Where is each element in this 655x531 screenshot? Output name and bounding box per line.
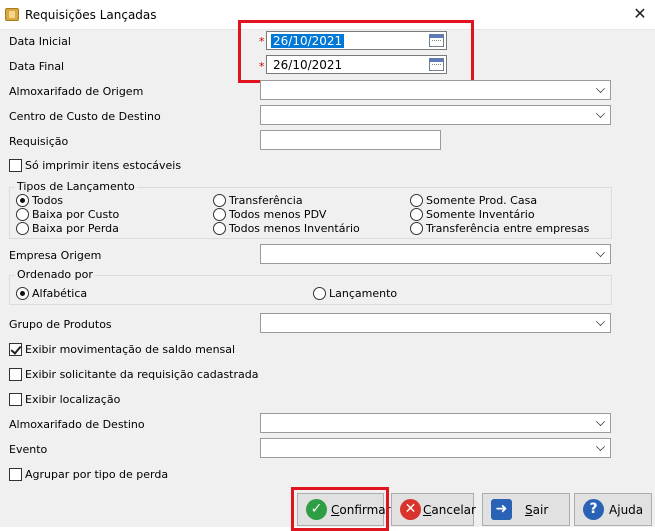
data-inicial-label: Data Inicial — [9, 35, 71, 48]
button-label: Ajuda — [609, 503, 644, 517]
agrupar-perda-checkbox[interactable] — [9, 468, 22, 481]
radio-label: Somente Prod. Casa — [426, 194, 538, 207]
exibir-localizacao-label: Exibir localização — [25, 393, 121, 406]
exibir-saldo-checkbox[interactable] — [9, 343, 22, 356]
ordenado-por-title: Ordenado por — [15, 268, 95, 281]
radio-label: Todos — [32, 194, 64, 207]
almox-destino-select[interactable] — [260, 413, 611, 433]
radio-label: Transferência — [229, 194, 303, 207]
radio-somente-inventario[interactable] — [410, 208, 423, 221]
form-area: Data Inicial * 26/10/2021 Data Final * 2… — [0, 20, 655, 531]
empresa-origem-select[interactable] — [260, 244, 611, 264]
radio-lancamento[interactable] — [313, 287, 326, 300]
empresa-origem-label: Empresa Origem — [9, 249, 102, 262]
chevron-down-icon — [596, 417, 605, 426]
date-fields-highlight — [238, 20, 474, 83]
radio-label: Alfabética — [32, 287, 88, 300]
radio-transferencia-empresas[interactable] — [410, 222, 423, 235]
grupo-produtos-label: Grupo de Produtos — [9, 318, 112, 331]
almox-destino-label: Almoxarifado de Destino — [9, 418, 145, 431]
sair-button[interactable]: ➜ Sair — [482, 493, 570, 526]
app-icon — [5, 8, 19, 21]
radio-label: Transferência entre empresas — [426, 222, 590, 235]
ordenado-por-group — [9, 275, 612, 305]
tipos-lancamento-title: Tipos de Lançamento — [15, 180, 137, 193]
exibir-localizacao-checkbox[interactable] — [9, 393, 22, 406]
exibir-solicitante-checkbox[interactable] — [9, 368, 22, 381]
chevron-down-icon — [596, 248, 605, 257]
close-button[interactable]: ✕ — [630, 3, 650, 25]
centro-custo-label: Centro de Custo de Destino — [9, 110, 161, 123]
radio-todos-menos-inventario[interactable] — [213, 222, 226, 235]
agrupar-perda-label: Agrupar por tipo de perda — [25, 468, 169, 481]
radio-todos[interactable] — [16, 194, 29, 207]
radio-label: Somente Inventário — [426, 208, 535, 221]
radio-baixa-perda[interactable] — [16, 222, 29, 235]
cancel-icon: ✕ — [400, 499, 421, 520]
radio-transferencia[interactable] — [213, 194, 226, 207]
grupo-produtos-select[interactable] — [260, 313, 611, 333]
chevron-down-icon — [596, 109, 605, 118]
button-label: Cancelar — [423, 503, 476, 517]
radio-label: Todos menos Inventário — [229, 222, 360, 235]
evento-label: Evento — [9, 443, 48, 456]
radio-somente-prod-casa[interactable] — [410, 194, 423, 207]
centro-custo-select[interactable] — [260, 105, 611, 125]
radio-label: Baixa por Custo — [32, 208, 120, 221]
requisicao-input[interactable] — [260, 130, 441, 150]
so-estocaveis-label: Só imprimir itens estocáveis — [25, 159, 182, 172]
radio-baixa-custo[interactable] — [16, 208, 29, 221]
data-final-label: Data Final — [9, 60, 65, 73]
window-title: Requisições Lançadas — [25, 8, 157, 22]
so-estocaveis-checkbox[interactable] — [9, 159, 22, 172]
exibir-solicitante-label: Exibir solicitante da requisição cadastr… — [25, 368, 259, 381]
ajuda-button[interactable]: ? Ajuda — [574, 493, 652, 526]
radio-label: Todos menos PDV — [229, 208, 327, 221]
button-label: Sair — [525, 503, 549, 517]
radio-label: Baixa por Perda — [32, 222, 119, 235]
evento-select[interactable] — [260, 438, 611, 458]
almox-origem-label: Almoxarifado de Origem — [9, 85, 144, 98]
radio-alfabetica[interactable] — [16, 287, 29, 300]
chevron-down-icon — [596, 317, 605, 326]
exit-icon: ➜ — [491, 499, 512, 520]
requisicao-label: Requisição — [9, 135, 69, 148]
exibir-saldo-label: Exibir movimentação de saldo mensal — [25, 343, 236, 356]
chevron-down-icon — [596, 84, 605, 93]
help-icon: ? — [583, 499, 604, 520]
confirmar-highlight — [291, 487, 389, 531]
almox-origem-select[interactable] — [260, 80, 611, 100]
chevron-down-icon — [596, 442, 605, 451]
cancelar-button[interactable]: ✕ Cancelar — [391, 493, 476, 526]
radio-label: Lançamento — [329, 287, 398, 300]
radio-todos-menos-pdv[interactable] — [213, 208, 226, 221]
